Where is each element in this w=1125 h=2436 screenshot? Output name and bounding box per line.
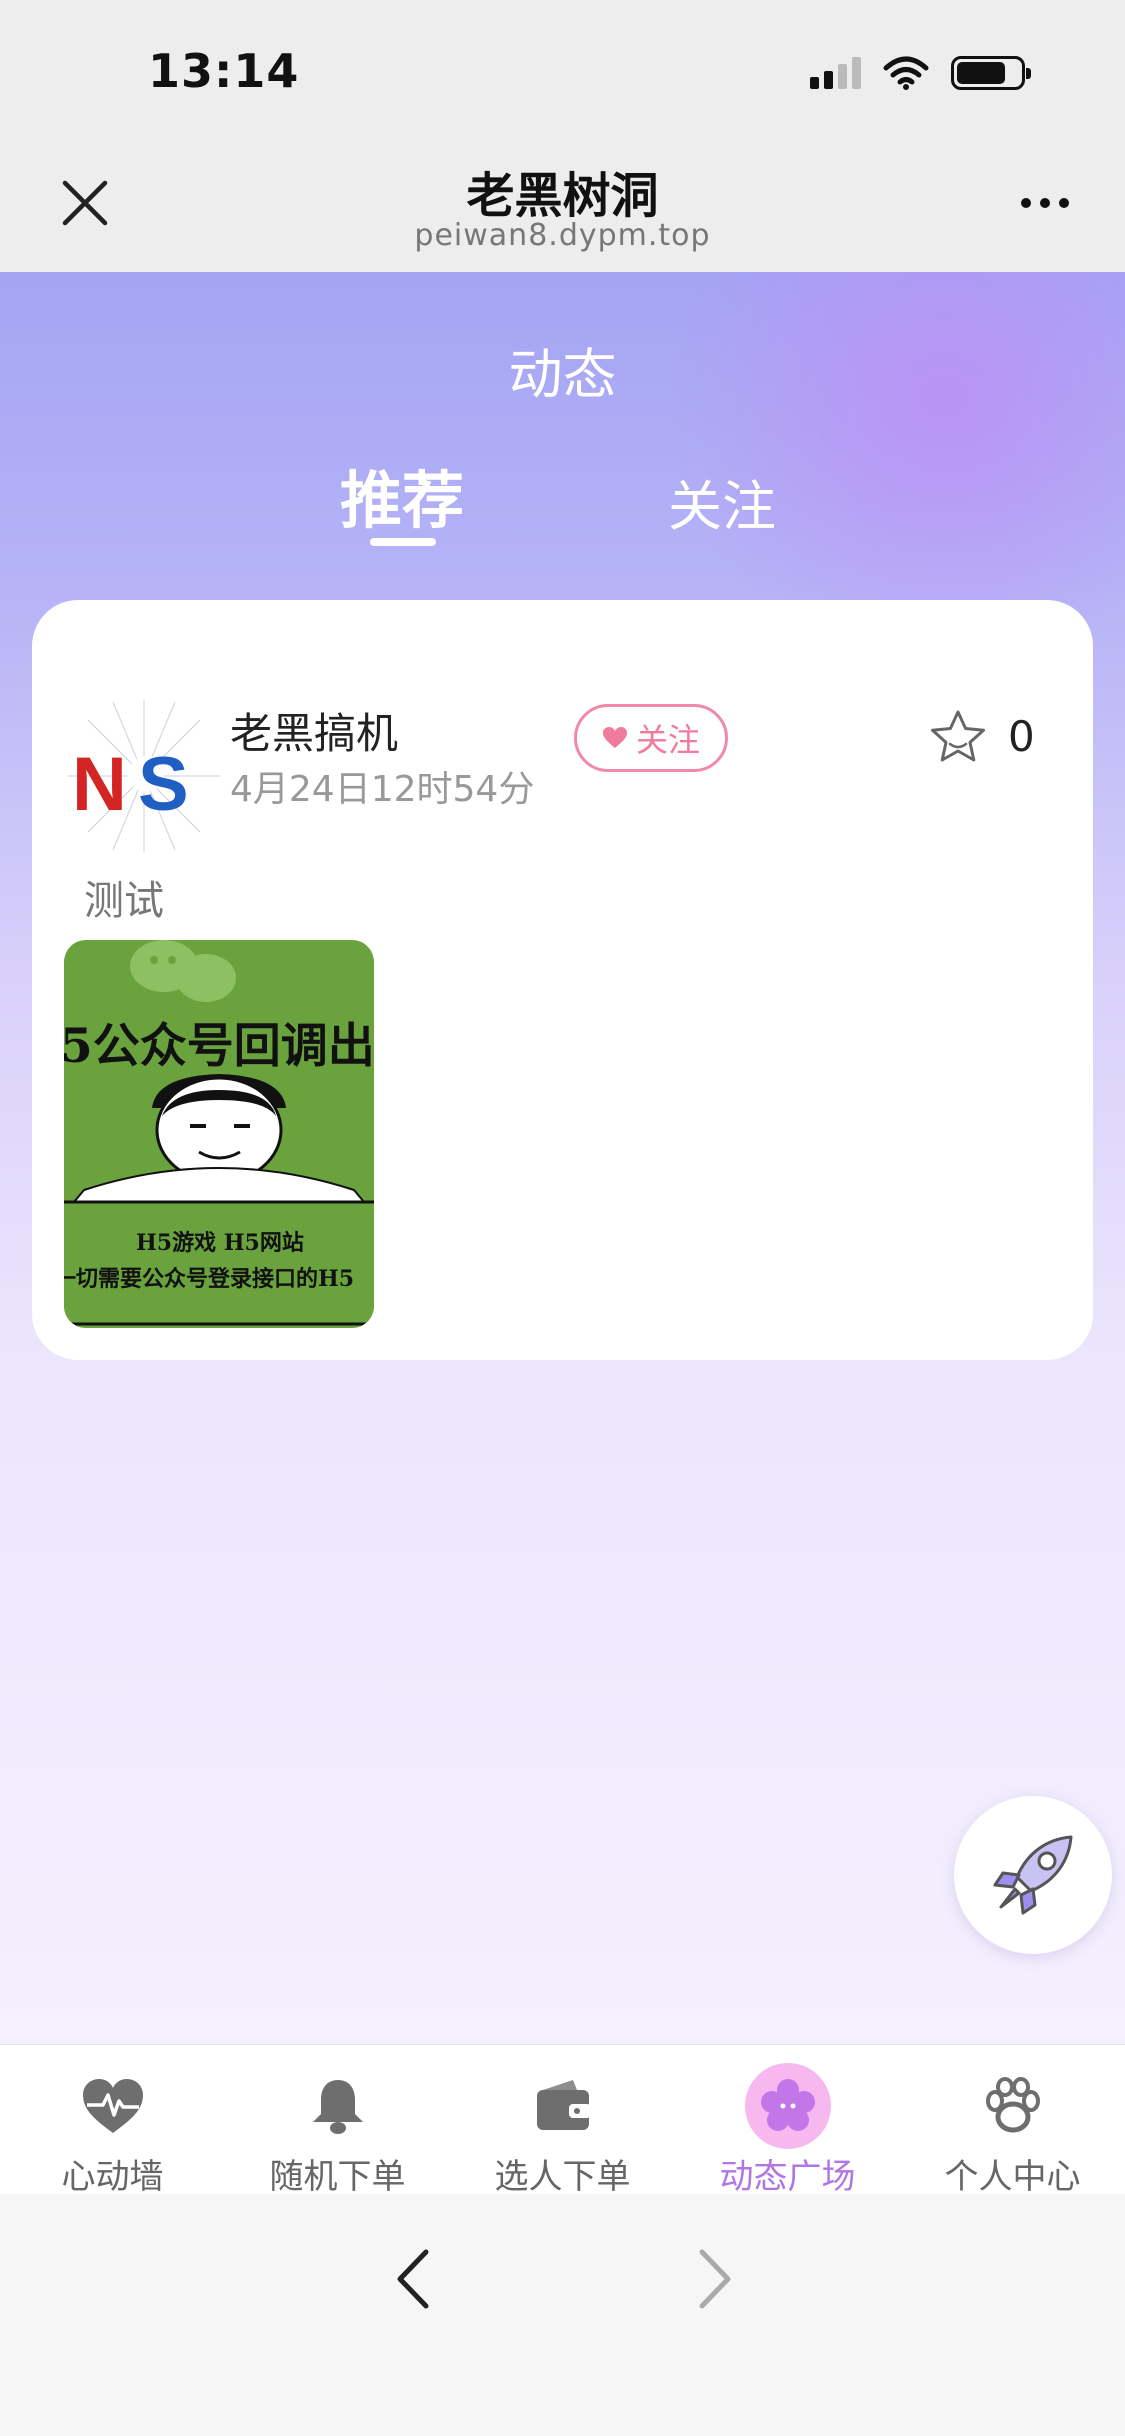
svg-text:N: N: [72, 742, 127, 827]
forward-arrow-icon[interactable]: [684, 2244, 744, 2314]
active-tab-indicator: [370, 538, 436, 546]
bottom-tab-bar: 心动墙 随机下单 选人下单 动态广场 个人中心: [0, 2044, 1125, 2197]
image-line2: 一切需要公众号登录接口的H5: [64, 1266, 354, 1292]
tab-follow[interactable]: 关注: [668, 462, 776, 541]
heartbeat-icon: [83, 2079, 143, 2133]
follow-button[interactable]: 关注: [574, 704, 728, 772]
post-time: 4月24日12时54分: [230, 769, 535, 810]
signal-icon: [810, 57, 861, 89]
more-options-button[interactable]: [1005, 178, 1085, 228]
status-icons: [810, 56, 1031, 90]
section-title: 动态: [508, 343, 617, 406]
post-image[interactable]: 5公众号回调出租 H5游戏 H5网站 一切需要公众号登录接口的H5: [64, 940, 374, 1328]
tab-label: 随机下单: [269, 2157, 406, 2197]
post-text: 测试: [84, 878, 164, 924]
star-count: 0: [1008, 712, 1035, 761]
post-card[interactable]: N S 老黑搞机 4月24日12时54分 关注 0 测试 5公众号回调出租: [32, 600, 1093, 1360]
bell-icon: [313, 2080, 363, 2134]
tab-recommend[interactable]: 推荐: [340, 450, 464, 540]
browser-header: 13:14 老黑树洞 peiwan8.dypm.top: [0, 0, 1125, 272]
main-content: 动态 推荐 关注 N S 老黑搞机 4月24日12时54分 关注 0 测试 5公…: [0, 272, 1125, 2044]
tab-label: 个人中心: [944, 2157, 1081, 2197]
tab-moments-plaza[interactable]: 动态广场: [675, 2045, 900, 2197]
wallet-icon: [537, 2080, 591, 2130]
battery-icon: [951, 56, 1031, 90]
tab-label: 选人下单: [494, 2157, 631, 2197]
image-line1: H5游戏 H5网站: [136, 1230, 304, 1256]
more-icon: [1021, 198, 1031, 208]
rocket-icon: [993, 1835, 1073, 1915]
rocket-button[interactable]: [954, 1796, 1112, 1954]
follow-label: 关注: [635, 721, 700, 759]
tab-label: 动态广场: [719, 2157, 856, 2197]
tab-profile[interactable]: 个人中心: [900, 2045, 1125, 2197]
flower-icon: [761, 2079, 815, 2131]
browser-nav-bar: [0, 2194, 1125, 2436]
page-name: 老黑树洞: [466, 168, 659, 224]
avatar[interactable]: N S: [68, 700, 220, 852]
paw-icon: [986, 2077, 1040, 2133]
author-name[interactable]: 老黑搞机: [230, 700, 398, 761]
back-arrow-icon[interactable]: [384, 2244, 444, 2314]
heart-icon: [602, 727, 627, 748]
tab-choose-order[interactable]: 选人下单: [450, 2045, 675, 2197]
image-headline: 5公众号回调出租: [64, 1019, 374, 1074]
tab-random-order[interactable]: 随机下单: [225, 2045, 450, 2197]
star-icon[interactable]: [928, 708, 988, 768]
svg-text:S: S: [138, 742, 189, 827]
page-domain: peiwan8.dypm.top: [414, 218, 711, 253]
tab-heart-wall[interactable]: 心动墙: [0, 2045, 225, 2197]
tab-label: 心动墙: [61, 2157, 164, 2197]
status-time: 13:14: [148, 44, 300, 98]
wifi-icon: [883, 56, 929, 90]
